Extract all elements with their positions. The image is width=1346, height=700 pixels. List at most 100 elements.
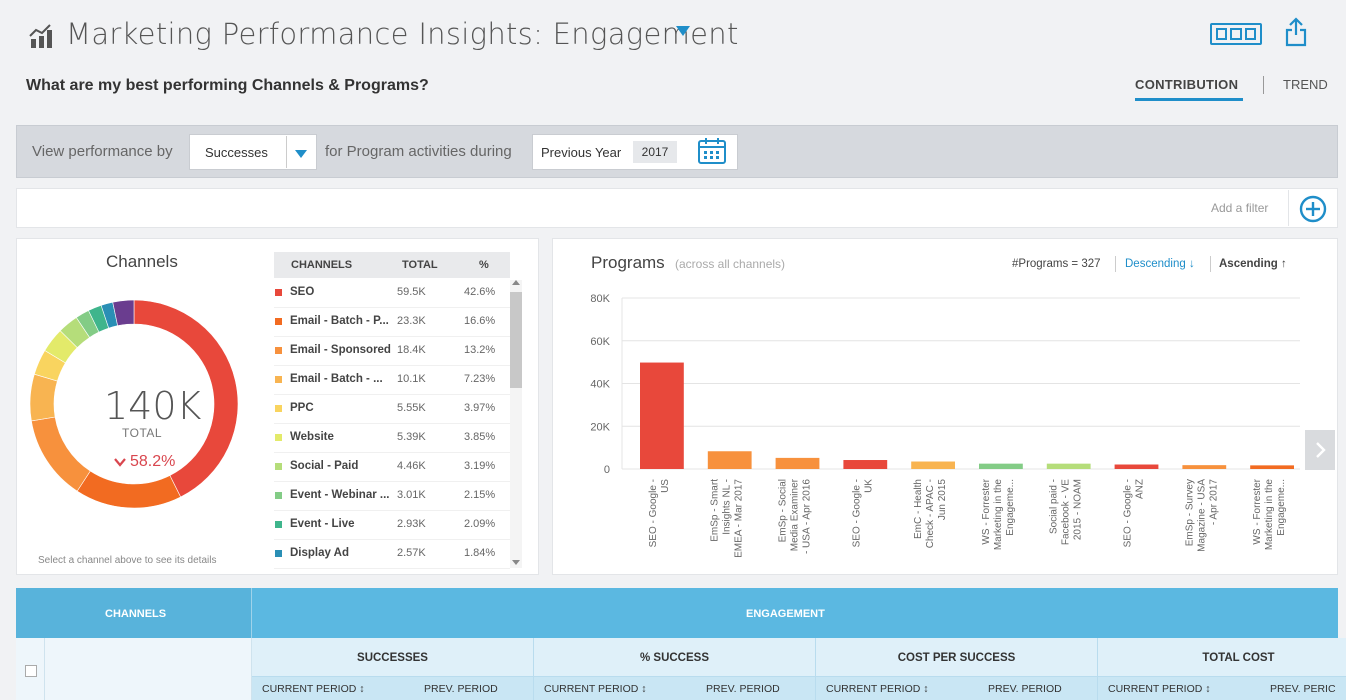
- donut-slice[interactable]: [30, 373, 58, 422]
- scroll-up-icon[interactable]: [512, 280, 520, 285]
- chevron-down-icon[interactable]: [295, 150, 307, 158]
- channel-total: 2.93K: [397, 518, 426, 530]
- sort-icon[interactable]: ↕: [638, 683, 646, 695]
- channel-name[interactable]: Email - Batch - P...: [290, 315, 389, 327]
- channel-name[interactable]: Display Ad: [290, 547, 349, 559]
- channel-name[interactable]: Email - Sponsored: [290, 344, 391, 356]
- program-bar[interactable]: [640, 362, 684, 469]
- next-page-button[interactable]: [1305, 430, 1335, 470]
- col-header-total[interactable]: TOTAL: [402, 259, 438, 271]
- channel-swatch: [275, 376, 282, 383]
- current-period-sort[interactable]: CURRENT PERIOD ↕: [1108, 683, 1211, 695]
- channel-total: 18.4K: [397, 344, 426, 356]
- program-bar[interactable]: [707, 451, 752, 469]
- sort-icon[interactable]: ↕: [356, 683, 364, 695]
- donut-slice[interactable]: [31, 416, 91, 492]
- current-period-label[interactable]: CURRENT PERIOD: [1108, 683, 1202, 695]
- program-bar[interactable]: [1250, 465, 1294, 469]
- sort-ascending-button[interactable]: Ascending ↑: [1219, 258, 1287, 270]
- channel-row[interactable]: Event - Live 2.93K 2.09%: [274, 511, 510, 540]
- metric-group-header: % SUCCESS: [534, 638, 816, 676]
- channel-row[interactable]: Social - Paid 4.46K 3.19%: [274, 453, 510, 482]
- prev-period-label[interactable]: PREV. PERIOD: [706, 683, 780, 695]
- dropdown-caret-icon[interactable]: [676, 26, 690, 36]
- channel-percent: 3.97%: [464, 402, 496, 414]
- year-chip[interactable]: 2017: [633, 141, 677, 163]
- program-x-label: EmSp - Social: [778, 479, 789, 542]
- channel-name[interactable]: Event - Webinar ...: [290, 489, 389, 501]
- channel-name[interactable]: Website: [290, 431, 334, 443]
- channel-total: 4.46K: [397, 460, 426, 472]
- program-x-label: EmSp - Smart: [710, 479, 721, 542]
- add-filter-plus-icon[interactable]: [1299, 195, 1327, 223]
- sort-descending-button[interactable]: Descending ↓: [1125, 258, 1195, 270]
- select-all-checkbox[interactable]: [25, 665, 37, 677]
- current-period-label[interactable]: CURRENT PERIOD: [826, 683, 920, 695]
- arrow-down-icon[interactable]: ↓: [1189, 258, 1195, 270]
- scroll-down-icon[interactable]: [512, 560, 520, 565]
- period-subheader: CURRENT PERIOD ↕ PREV. PERIC: [1098, 676, 1346, 700]
- channel-name[interactable]: Social - Paid: [290, 460, 358, 472]
- prev-period-label[interactable]: PREV. PERIOD: [988, 683, 1062, 695]
- sort-icon[interactable]: ↕: [920, 683, 928, 695]
- channel-name[interactable]: Event - Live: [290, 518, 355, 530]
- channel-total: 59.5K: [397, 286, 426, 298]
- channel-total: 5.39K: [397, 431, 426, 443]
- program-bar[interactable]: [1046, 463, 1091, 469]
- channel-row[interactable]: Event - Webinar ... 3.01K 2.15%: [274, 482, 510, 511]
- prev-period-label[interactable]: PREV. PERIC: [1270, 683, 1336, 695]
- program-x-label: Magazine - USA: [1196, 479, 1207, 552]
- tab-trend[interactable]: TREND: [1283, 77, 1328, 92]
- add-filter-link[interactable]: Add a filter: [1211, 201, 1268, 215]
- program-x-label: US: [660, 479, 671, 493]
- channel-total: 3.01K: [397, 489, 426, 501]
- scrollbar-thumb[interactable]: [510, 292, 522, 388]
- channel-row[interactable]: Email - Batch - ... 10.1K 7.23%: [274, 366, 510, 395]
- prev-period-label[interactable]: PREV. PERIOD: [424, 683, 498, 695]
- channel-row[interactable]: PPC 5.55K 3.97%: [274, 395, 510, 424]
- donut-slice[interactable]: [76, 470, 182, 508]
- page-title: Marketing Performance Insights: Engageme…: [66, 17, 739, 51]
- add-filter-divider: [1288, 190, 1289, 226]
- channel-percent: 2.09%: [464, 518, 496, 530]
- program-x-label: ANZ: [1135, 479, 1146, 499]
- channel-row[interactable]: Display Ad 2.57K 1.84%: [274, 540, 510, 569]
- grid-layout-icon[interactable]: [1210, 23, 1262, 45]
- channel-row[interactable]: SEO 59.5K 42.6%: [274, 279, 510, 308]
- channels-title: Channels: [106, 252, 178, 271]
- program-x-label: 2015 - NOAM: [1073, 479, 1084, 540]
- current-period-sort[interactable]: CURRENT PERIOD ↕: [826, 683, 929, 695]
- current-period-label[interactable]: CURRENT PERIOD: [262, 683, 356, 695]
- period-value[interactable]: Previous Year: [541, 145, 621, 160]
- metric-select-value[interactable]: Successes: [205, 145, 268, 160]
- program-bar[interactable]: [1182, 465, 1227, 469]
- channel-percent: 3.85%: [464, 431, 496, 443]
- program-bar[interactable]: [775, 457, 820, 469]
- sort-icon[interactable]: ↕: [1202, 683, 1210, 695]
- sort-ascending-label[interactable]: Ascending: [1219, 258, 1278, 270]
- current-period-sort[interactable]: CURRENT PERIOD ↕: [544, 683, 647, 695]
- program-x-label: SEO - Google -: [1123, 479, 1134, 547]
- channel-row[interactable]: Website 5.39K 3.85%: [274, 424, 510, 453]
- channel-row[interactable]: Email - Batch - P... 23.3K 16.6%: [274, 308, 510, 337]
- col-header-pct[interactable]: %: [479, 259, 489, 271]
- program-bar[interactable]: [1114, 464, 1159, 469]
- arrow-up-icon[interactable]: ↑: [1281, 258, 1287, 270]
- program-bar[interactable]: [843, 460, 888, 469]
- program-bar[interactable]: [911, 461, 955, 469]
- program-bar[interactable]: [979, 463, 1023, 469]
- current-period-sort[interactable]: CURRENT PERIOD ↕: [262, 683, 365, 695]
- sort-descending-label[interactable]: Descending: [1125, 258, 1186, 270]
- share-icon[interactable]: [1284, 17, 1308, 47]
- program-x-label: Engageme...: [1005, 479, 1016, 536]
- channel-name[interactable]: Email - Batch - ...: [290, 373, 383, 385]
- calendar-icon[interactable]: [697, 137, 727, 165]
- tab-contribution[interactable]: CONTRIBUTION: [1135, 77, 1238, 92]
- channel-row[interactable]: Email - Sponsored 18.4K 13.2%: [274, 337, 510, 366]
- channel-name[interactable]: SEO: [290, 286, 314, 298]
- col-header-channels[interactable]: CHANNELS: [291, 259, 352, 271]
- channel-name[interactable]: PPC: [290, 402, 314, 414]
- programs-bar-chart[interactable]: 020K40K60K80KSEO - Google - US EmSp - Smar…: [560, 280, 1320, 570]
- current-period-label[interactable]: CURRENT PERIOD: [544, 683, 638, 695]
- chevron-right-icon[interactable]: [1305, 430, 1335, 470]
